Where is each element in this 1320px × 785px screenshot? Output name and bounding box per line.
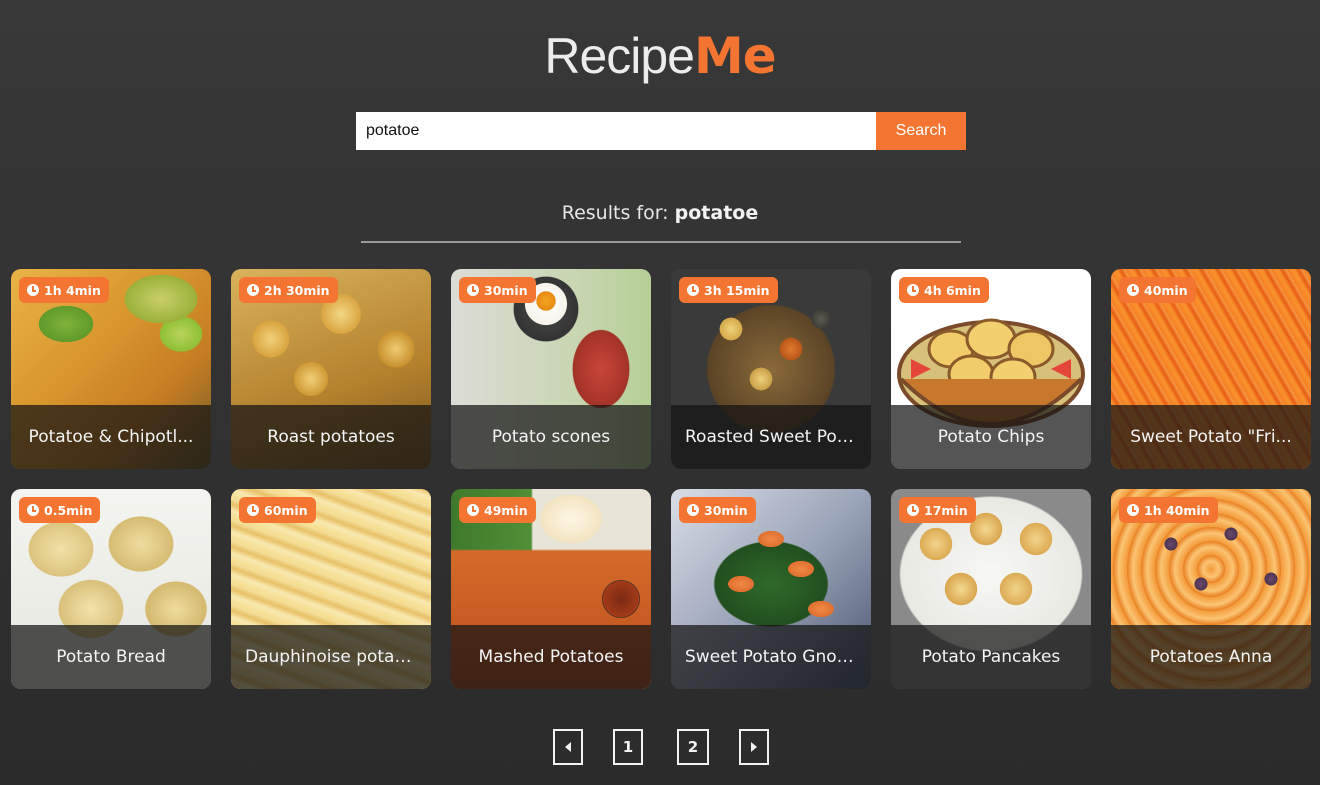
- clock-icon: [687, 504, 699, 516]
- recipe-card[interactable]: 40min Sweet Potato "Fri...: [1111, 269, 1311, 469]
- caret-left-icon: [565, 742, 571, 752]
- clock-icon: [687, 284, 699, 296]
- recipe-card[interactable]: 4h 6min Potato Chips: [891, 269, 1091, 469]
- page-1-button[interactable]: 1: [613, 729, 643, 765]
- recipe-title: Mashed Potatoes: [478, 647, 624, 667]
- recipe-card[interactable]: 1h 4min Potatoe & Chipotl...: [11, 269, 211, 469]
- recipe-card[interactable]: 3h 15min Roasted Sweet Pot...: [671, 269, 871, 469]
- recipe-title: Potato Pancakes: [921, 647, 1061, 667]
- clock-icon: [1127, 284, 1139, 296]
- cook-time-badge: 40min: [1119, 277, 1196, 303]
- cook-time: 30min: [484, 282, 528, 298]
- cook-time: 40min: [1144, 282, 1188, 298]
- recipe-title-bar: Roast potatoes: [231, 405, 431, 469]
- cook-time-badge: 30min: [679, 497, 756, 523]
- recipe-title: Roast potatoes: [267, 427, 395, 447]
- cook-time-badge: 17min: [899, 497, 976, 523]
- recipe-title-bar: Potato scones: [451, 405, 651, 469]
- recipe-title-bar: Mashed Potatoes: [451, 625, 651, 689]
- results-heading: Results for: potatoe: [0, 202, 1320, 224]
- page-number: 1: [622, 738, 634, 756]
- recipe-title: Dauphinoise potat...: [245, 647, 417, 667]
- cook-time: 30min: [704, 502, 748, 518]
- cook-time-badge: 1h 4min: [19, 277, 109, 303]
- clock-icon: [467, 504, 479, 516]
- recipe-title: Sweet Potato Gnoc...: [685, 647, 857, 667]
- recipe-card[interactable]: 0.5min Potato Bread: [11, 489, 211, 689]
- recipe-title: Potatoes Anna: [1149, 647, 1273, 667]
- recipe-card[interactable]: 2h 30min Roast potatoes: [231, 269, 431, 469]
- cook-time-badge: 49min: [459, 497, 536, 523]
- logo-text-bold: Me: [693, 27, 777, 85]
- cook-time: 4h 6min: [924, 282, 981, 298]
- recipe-title: Potato Bread: [56, 647, 166, 667]
- recipe-title: Roasted Sweet Pot...: [685, 427, 857, 447]
- results-divider: [361, 241, 961, 243]
- recipe-title: Potato scones: [491, 427, 611, 447]
- cook-time-badge: 60min: [239, 497, 316, 523]
- recipe-card[interactable]: 17min Potato Pancakes: [891, 489, 1091, 689]
- results-prefix: Results for:: [561, 202, 669, 224]
- cook-time-badge: 4h 6min: [899, 277, 989, 303]
- recipe-card[interactable]: 60min Dauphinoise potat...: [231, 489, 431, 689]
- cook-time: 49min: [484, 502, 528, 518]
- recipe-title-bar: Potatoes Anna: [1111, 625, 1311, 689]
- recipe-card[interactable]: 49min Mashed Potatoes: [451, 489, 651, 689]
- caret-right-icon: [751, 742, 757, 752]
- cook-time-badge: 30min: [459, 277, 536, 303]
- cook-time: 0.5min: [44, 502, 93, 518]
- page-2-button[interactable]: 2: [677, 729, 709, 765]
- clock-icon: [247, 504, 259, 516]
- cook-time-badge: 0.5min: [19, 497, 101, 523]
- clock-icon: [907, 284, 919, 296]
- cook-time-badge: 2h 30min: [239, 277, 338, 303]
- clock-icon: [27, 504, 39, 516]
- recipe-title-bar: Sweet Potato "Fri...: [1111, 405, 1311, 469]
- recipe-card[interactable]: 30min Potato scones: [451, 269, 651, 469]
- search-input[interactable]: [356, 112, 876, 150]
- recipe-title-bar: Potato Chips: [891, 405, 1091, 469]
- clock-icon: [467, 284, 479, 296]
- cook-time: 3h 15min: [704, 282, 770, 298]
- clock-icon: [247, 284, 259, 296]
- recipe-grid: 1h 4min Potatoe & Chipotl... 2h 30min Ro…: [11, 269, 1311, 689]
- cook-time: 1h 40min: [1144, 502, 1210, 518]
- recipe-title-bar: Potatoe & Chipotl...: [11, 405, 211, 469]
- page-number: 2: [687, 738, 699, 756]
- search-button[interactable]: Search: [876, 112, 966, 150]
- search-bar: Search: [356, 112, 966, 150]
- clock-icon: [1127, 504, 1139, 516]
- cook-time: 1h 4min: [44, 282, 101, 298]
- recipe-title-bar: Potato Pancakes: [891, 625, 1091, 689]
- cook-time: 17min: [924, 502, 968, 518]
- cook-time: 2h 30min: [264, 282, 330, 298]
- cook-time-badge: 3h 15min: [679, 277, 778, 303]
- recipe-title-bar: Dauphinoise potat...: [231, 625, 431, 689]
- prev-page-button[interactable]: [553, 729, 583, 765]
- recipe-card[interactable]: 1h 40min Potatoes Anna: [1111, 489, 1311, 689]
- app-logo: RecipeMe: [0, 26, 1320, 86]
- results-query: potatoe: [674, 202, 759, 224]
- recipe-title: Potatoe & Chipotl...: [28, 427, 194, 447]
- clock-icon: [27, 284, 39, 296]
- logo-text-light: Recipe: [544, 28, 695, 84]
- recipe-title-bar: Roasted Sweet Pot...: [671, 405, 871, 469]
- cook-time: 60min: [264, 502, 308, 518]
- clock-icon: [907, 504, 919, 516]
- recipe-title-bar: Sweet Potato Gnoc...: [671, 625, 871, 689]
- recipe-title: Potato Chips: [937, 427, 1045, 447]
- cook-time-badge: 1h 40min: [1119, 497, 1218, 523]
- recipe-title-bar: Potato Bread: [11, 625, 211, 689]
- recipe-title: Sweet Potato "Fri...: [1130, 427, 1292, 447]
- recipe-card[interactable]: 30min Sweet Potato Gnoc...: [671, 489, 871, 689]
- next-page-button[interactable]: [739, 729, 769, 765]
